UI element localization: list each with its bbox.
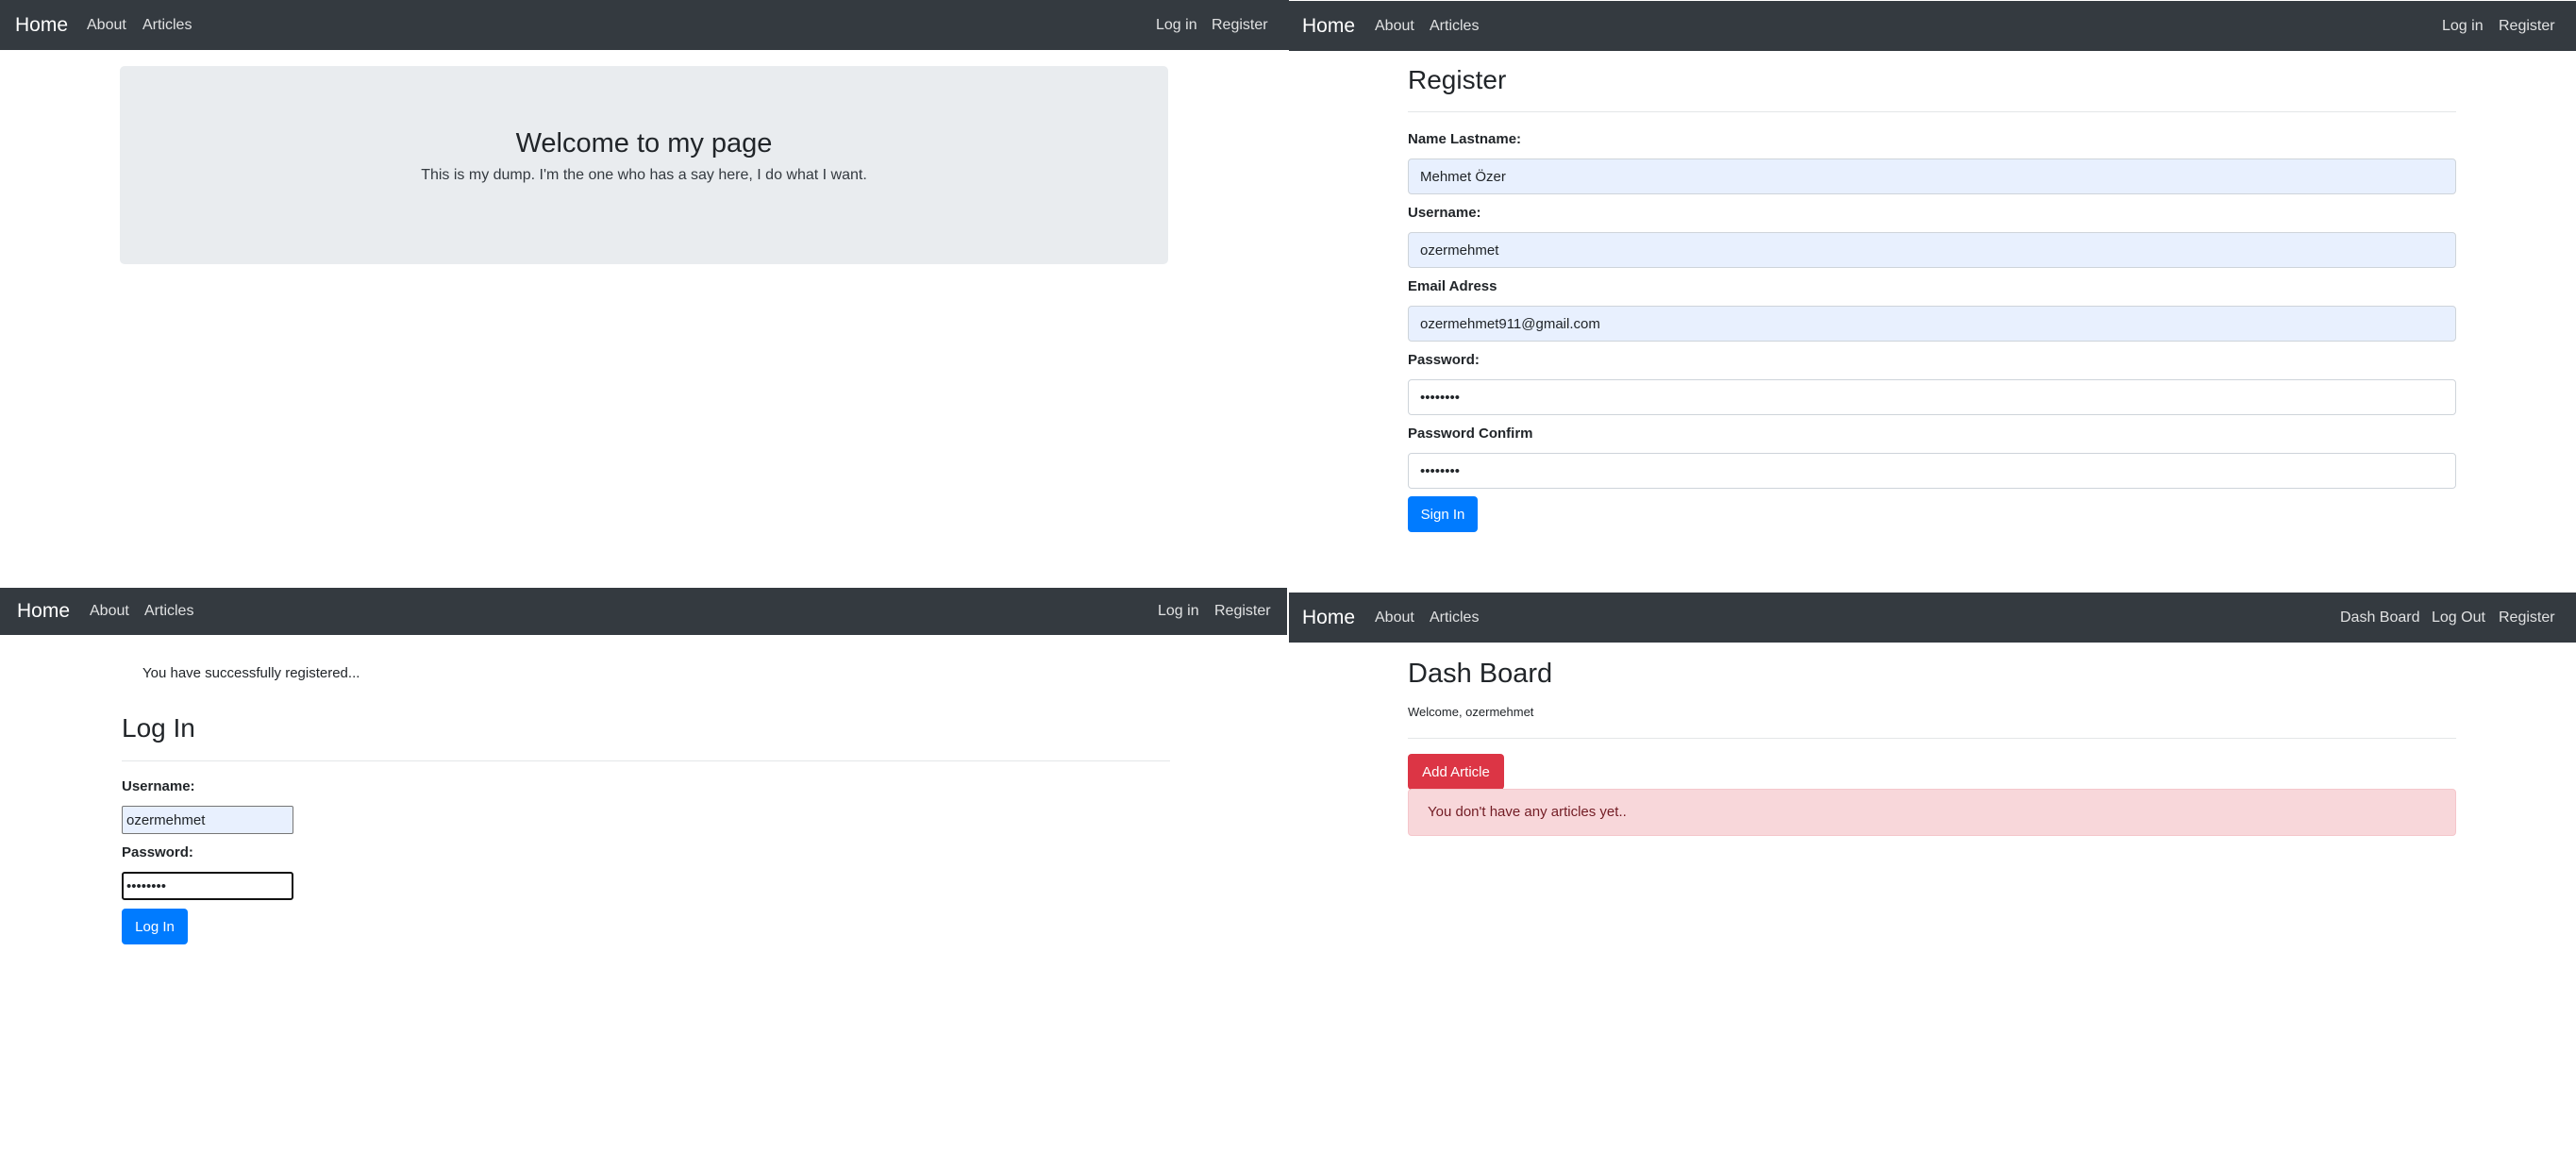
nav-link-dashboard[interactable]: Dash Board — [2340, 593, 2420, 643]
password-confirm-input[interactable] — [1408, 453, 2456, 489]
log-in-button[interactable]: Log In — [122, 909, 188, 944]
login-divider — [122, 760, 1170, 761]
login-page-panel: Home About Articles Log in Register You … — [0, 585, 1287, 1169]
nav-link-login[interactable]: Log in — [1156, 0, 1197, 50]
nav-link-register[interactable]: Register — [2499, 593, 2555, 643]
welcome-jumbotron: Welcome to my page This is my dump. I'm … — [120, 66, 1168, 264]
navbar-brand-home[interactable]: Home — [17, 588, 70, 635]
dashboard-title: Dash Board — [1408, 659, 1553, 689]
password-label: Password: — [1408, 352, 1480, 368]
navbar: Home About Articles Dash Board Log Out R… — [1289, 593, 2576, 643]
navbar-brand-home[interactable]: Home — [15, 0, 68, 50]
navbar: Home About Articles Log in Register — [0, 0, 1289, 50]
nav-link-about[interactable]: About — [1375, 593, 1414, 643]
register-page-panel: Home About Articles Log in Register Regi… — [1289, 0, 2576, 593]
welcome-heading: Welcome to my page — [515, 128, 773, 159]
welcome-subtext: This is my dump. I'm the one who has a s… — [421, 167, 867, 183]
password-input[interactable] — [1408, 379, 2456, 415]
register-title: Register — [1408, 65, 1507, 94]
nav-link-about[interactable]: About — [87, 0, 126, 50]
username-input[interactable] — [122, 806, 293, 834]
name-label: Name Lastname: — [1408, 131, 1522, 147]
nav-link-about[interactable]: About — [90, 588, 129, 635]
no-articles-alert: You don't have any articles yet.. — [1408, 789, 2456, 836]
nav-link-articles[interactable]: Articles — [142, 0, 192, 50]
password-input[interactable] — [122, 872, 293, 900]
nav-link-articles[interactable]: Articles — [144, 588, 193, 635]
email-label: Email Adress — [1408, 278, 1497, 294]
register-divider — [1408, 111, 2456, 112]
nav-link-articles[interactable]: Articles — [1430, 1, 1479, 51]
dashboard-divider — [1408, 738, 2456, 739]
login-title: Log In — [122, 713, 195, 743]
nav-link-register[interactable]: Register — [2499, 1, 2555, 51]
navbar-brand-home[interactable]: Home — [1302, 593, 1355, 643]
password-label: Password: — [122, 844, 193, 860]
password-confirm-label: Password Confirm — [1408, 426, 1533, 442]
success-message: You have successfully registered... — [142, 665, 360, 681]
username-label: Username: — [1408, 205, 1481, 221]
name-input[interactable] — [1408, 159, 2456, 194]
home-page-panel: Home About Articles Log in Register Welc… — [0, 0, 1289, 585]
add-article-button[interactable]: Add Article — [1408, 754, 1504, 790]
nav-link-articles[interactable]: Articles — [1430, 593, 1479, 643]
navbar: Home About Articles Log in Register — [0, 588, 1287, 635]
nav-link-about[interactable]: About — [1375, 1, 1414, 51]
nav-link-login[interactable]: Log in — [2442, 1, 2484, 51]
username-label: Username: — [122, 778, 195, 794]
nav-link-login[interactable]: Log in — [1158, 588, 1199, 635]
username-input[interactable] — [1408, 232, 2456, 268]
email-input[interactable] — [1408, 306, 2456, 342]
welcome-text: Welcome, ozermehmet — [1408, 705, 1534, 719]
dashboard-page-panel: Home About Articles Dash Board Log Out R… — [1289, 593, 2576, 1169]
navbar: Home About Articles Log in Register — [1289, 1, 2576, 51]
nav-link-logout[interactable]: Log Out — [2432, 593, 2485, 643]
navbar-brand-home[interactable]: Home — [1302, 1, 1355, 51]
nav-link-register[interactable]: Register — [1214, 588, 1271, 635]
nav-link-register[interactable]: Register — [1212, 0, 1268, 50]
sign-in-button[interactable]: Sign In — [1408, 496, 1478, 532]
